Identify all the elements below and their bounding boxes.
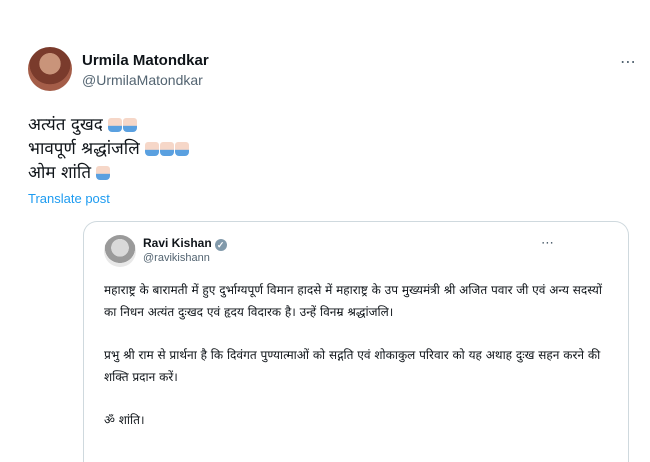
- folded-hands-icon: [107, 118, 122, 132]
- quote-paragraph: ॐ शांति।: [104, 413, 145, 427]
- post-text: अत्यंत दुखद भावपूर्ण श्रद्धांजलि ओम शांत…: [28, 113, 189, 185]
- quote-avatar[interactable]: [104, 235, 136, 267]
- post-line-text: अत्यंत दुखद: [28, 115, 103, 135]
- quoted-post[interactable]: Ravi Kishan ✓ @ravikishann ⋯ महाराष्ट्र क…: [83, 221, 629, 462]
- emoji-group: [107, 115, 137, 135]
- post-line-text: भावपूर्ण श्रद्धांजलि: [28, 139, 140, 159]
- folded-hands-icon: [144, 142, 159, 156]
- quote-text: महाराष्ट्र के बारामती में हुए दुर्भाग्यप…: [104, 279, 604, 452]
- folded-hands-icon: [159, 142, 174, 156]
- post-line: ओम शांति: [28, 161, 189, 185]
- folded-hands-icon: [122, 118, 137, 132]
- emoji-group: [95, 163, 111, 183]
- post-line: अत्यंत दुखद: [28, 113, 189, 137]
- post-line: भावपूर्ण श्रद्धांजलि: [28, 137, 189, 161]
- verified-badge-icon: ✓: [214, 239, 227, 251]
- avatar[interactable]: [28, 47, 72, 91]
- folded-hands-icon: [174, 142, 189, 156]
- quote-author-handle[interactable]: @ravikishann: [143, 252, 210, 264]
- translate-post-link[interactable]: Translate post: [28, 191, 110, 206]
- folded-hands-icon: [96, 166, 111, 180]
- emoji-group: [144, 139, 189, 159]
- post-line-text: ओम शांति: [28, 163, 92, 183]
- quote-paragraph: प्रभु श्री राम से प्रार्थना है कि दिवंगत…: [104, 348, 601, 384]
- more-options-icon[interactable]: ⋯: [620, 52, 637, 71]
- quote-author-name-text: Ravi Kishan: [143, 236, 212, 250]
- author-name[interactable]: Urmila Matondkar: [82, 52, 209, 69]
- quote-author-name[interactable]: Ravi Kishan ✓: [143, 236, 227, 251]
- quote-more-options-icon[interactable]: ⋯: [541, 236, 554, 251]
- post-card: Urmila Matondkar @UrmilaMatondkar ⋯ अत्य…: [0, 0, 650, 462]
- quote-paragraph: महाराष्ट्र के बारामती में हुए दुर्भाग्यप…: [104, 283, 602, 319]
- author-handle[interactable]: @UrmilaMatondkar: [82, 72, 203, 88]
